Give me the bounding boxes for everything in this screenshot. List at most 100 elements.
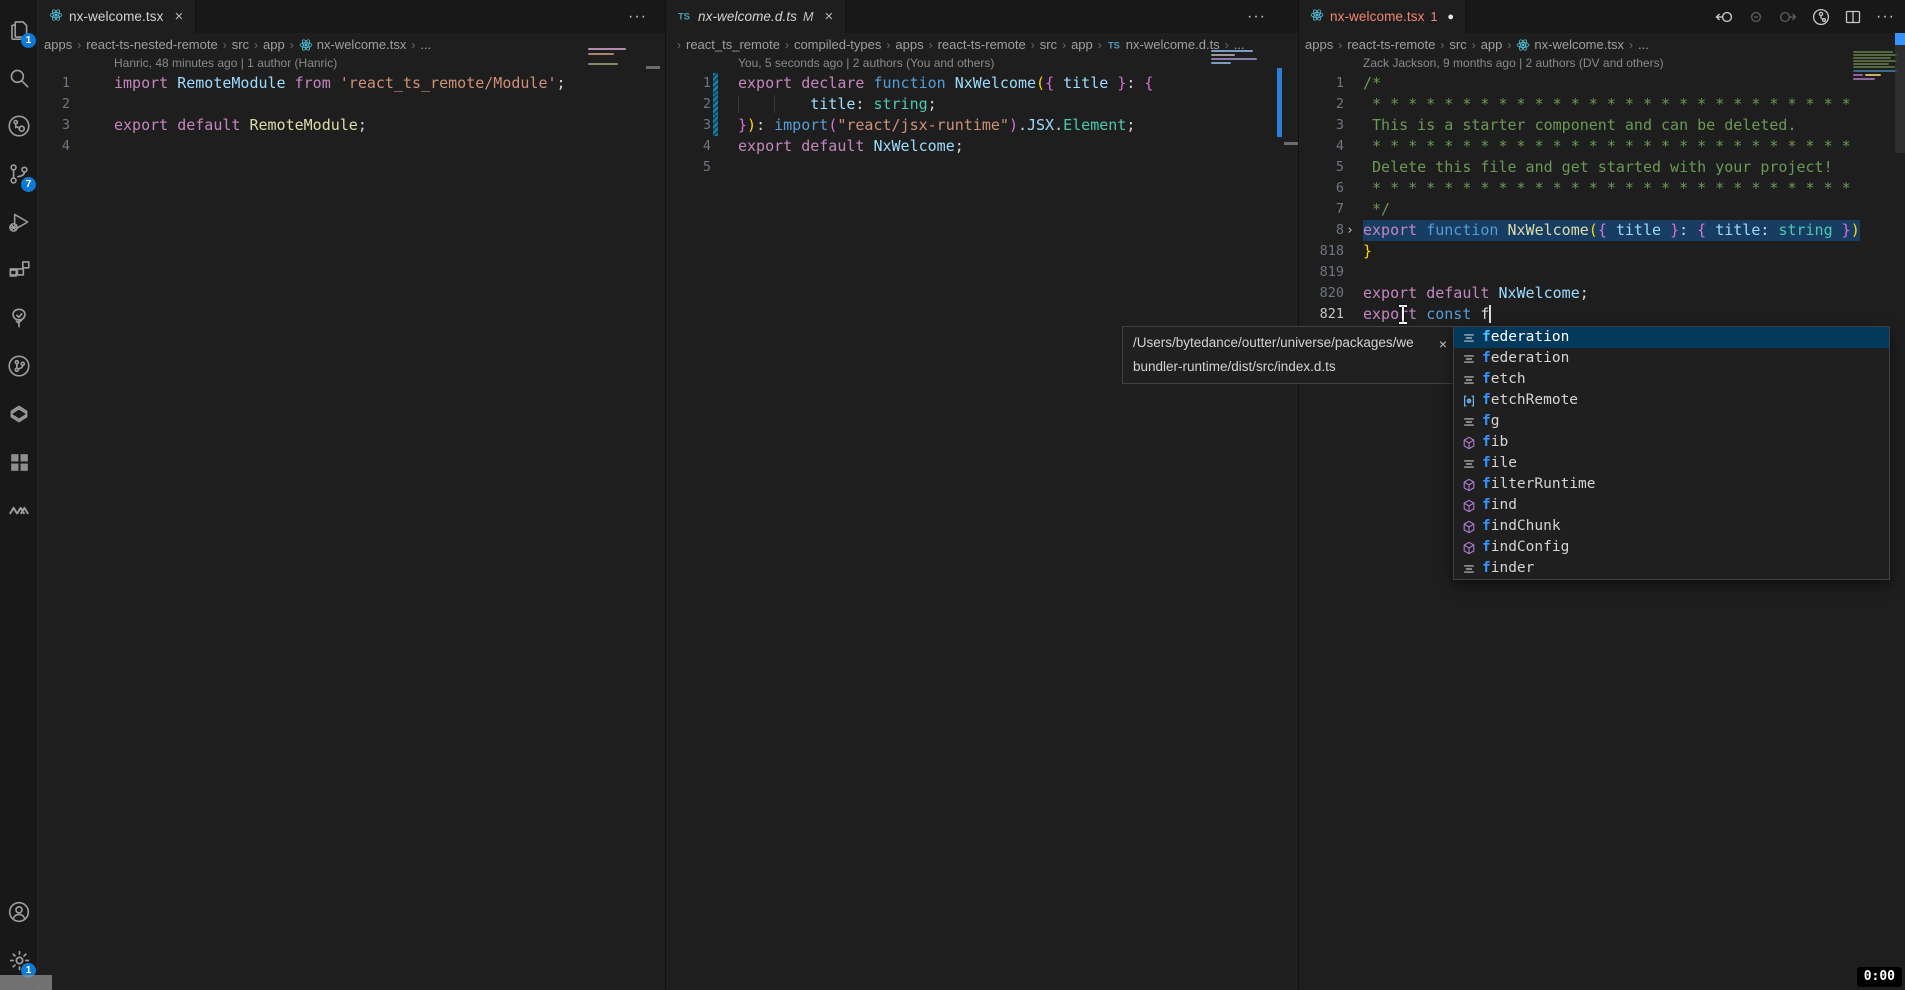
line-number[interactable]: 3	[666, 115, 711, 136]
line-number[interactable]: 4	[666, 136, 711, 157]
git-modified-gutter-mark[interactable]	[713, 73, 718, 94]
suggest-item-fetch[interactable]: fetch	[1454, 369, 1889, 390]
code-line[interactable]: 7 */	[1299, 199, 1905, 220]
breadcrumb-item[interactable]: src	[1449, 37, 1466, 52]
fold-chevron-icon[interactable]: ›	[1346, 220, 1360, 241]
line-number[interactable]: 819	[1299, 262, 1344, 283]
line-number[interactable]: 7	[1299, 199, 1344, 220]
breadcrumb-item[interactable]: app	[1071, 37, 1093, 52]
commit-graph-icon[interactable]	[0, 102, 38, 150]
code-line[interactable]: 3}): import("react/jsx-runtime").JSX.Ele…	[666, 115, 1298, 136]
git-blame-lens[interactable]: Zack Jackson, 9 months ago | 2 authors (…	[1299, 56, 1905, 72]
more-actions-icon[interactable]: ···	[1876, 8, 1895, 26]
breadcrumb-item[interactable]: react-ts-remote	[1347, 37, 1435, 52]
suggest-item-file[interactable]: file	[1454, 453, 1889, 474]
line-number[interactable]: 3	[38, 115, 70, 136]
tab-nx-welcome-dts[interactable]: TS nx-welcome.d.ts M ×	[666, 0, 846, 33]
suggest-item-finder[interactable]: finder	[1454, 558, 1889, 579]
suggest-item-fg[interactable]: fg	[1454, 411, 1889, 432]
suggest-item-filterRuntime[interactable]: filterRuntime	[1454, 474, 1889, 495]
git-blame-lens[interactable]: Hanric, 48 minutes ago | 1 author (Hanri…	[38, 56, 665, 72]
breadcrumb-item[interactable]: react_ts_remote	[686, 37, 780, 52]
line-number[interactable]: 818	[1299, 241, 1344, 262]
tab-nx-welcome-tsx-left[interactable]: nx-welcome.tsx ×	[38, 0, 196, 33]
line-number[interactable]: 6	[1299, 178, 1344, 199]
breadcrumb-item[interactable]: compiled-types	[794, 37, 881, 52]
prev-change-icon[interactable]	[1715, 9, 1733, 25]
close-tab-icon[interactable]: ×	[823, 8, 834, 25]
breadcrumb-item[interactable]: nx-welcome.tsx	[1516, 37, 1624, 52]
breadcrumb-item[interactable]: nx-welcome.tsx	[299, 37, 407, 52]
line-number[interactable]: 1	[666, 73, 711, 94]
suggest-item-find[interactable]: find	[1454, 495, 1889, 516]
suggest-item-federation[interactable]: federation	[1454, 348, 1889, 369]
code-line[interactable]: 4export default NxWelcome;	[666, 136, 1298, 157]
line-number[interactable]: 821	[1299, 304, 1344, 325]
unsaved-dot-icon[interactable]: ●	[1447, 11, 1454, 23]
accounts-icon[interactable]	[0, 888, 38, 936]
suggest-item-federation[interactable]: federation	[1454, 327, 1889, 348]
squiggle-extension-icon[interactable]	[0, 486, 38, 534]
breadcrumb-item[interactable]: src	[232, 37, 249, 52]
line-number[interactable]: 4	[38, 136, 70, 157]
source-control-icon[interactable]: 7	[0, 150, 38, 198]
code-editor[interactable]: 1export declare function NxWelcome({ tit…	[666, 73, 1298, 178]
code-line[interactable]: 3export default RemoteModule;	[38, 115, 665, 136]
explorer-icon[interactable]: 1	[0, 6, 38, 54]
tab-nx-welcome-tsx-right[interactable]: nx-welcome.tsx 1 ●	[1299, 0, 1466, 33]
breadcrumb-item[interactable]: TSnx-welcome.d.ts	[1107, 37, 1220, 52]
code-line[interactable]: 3 This is a starter component and can be…	[1299, 115, 1905, 136]
line-number[interactable]: 1	[1299, 73, 1344, 94]
code-line[interactable]: 820export default NxWelcome;	[1299, 283, 1905, 304]
code-line[interactable]: 1/*	[1299, 73, 1905, 94]
code-line[interactable]: 4	[38, 136, 665, 157]
commit-graph-icon[interactable]	[1812, 8, 1830, 26]
editor-more-actions[interactable]: ···	[1247, 0, 1266, 33]
breadcrumb-item[interactable]: ...	[1638, 37, 1649, 52]
line-number[interactable]: 5	[1299, 157, 1344, 178]
code-line[interactable]: 2	[38, 94, 665, 115]
line-number[interactable]: 820	[1299, 283, 1344, 304]
line-number[interactable]: 8	[1299, 220, 1344, 241]
code-editor[interactable]: 1/*2 * * * * * * * * * * * * * * * * * *…	[1299, 73, 1905, 325]
breadcrumb-item[interactable]: src	[1040, 37, 1057, 52]
nx-console-icon[interactable]	[0, 390, 38, 438]
breadcrumb-item[interactable]: react-ts-remote	[938, 37, 1026, 52]
search-icon[interactable]	[0, 54, 38, 102]
breadcrumb-item[interactable]: ...	[420, 37, 431, 52]
line-number[interactable]: 2	[1299, 94, 1344, 115]
git-blame-lens[interactable]: You, 5 seconds ago | 2 authors (You and …	[666, 56, 1298, 72]
breadcrumb-item[interactable]: react-ts-nested-remote	[86, 37, 218, 52]
minimap[interactable]	[588, 48, 648, 74]
line-number[interactable]: 4	[1299, 136, 1344, 157]
code-line[interactable]: 8›export function NxWelcome({ title }: {…	[1299, 220, 1905, 241]
line-number[interactable]: 1	[38, 73, 70, 94]
scrollbar[interactable]	[1895, 33, 1905, 990]
line-number[interactable]: 2	[666, 94, 711, 115]
breadcrumb-item[interactable]: apps	[895, 37, 923, 52]
code-line[interactable]: 1export declare function NxWelcome({ tit…	[666, 73, 1298, 94]
code-line[interactable]: 819	[1299, 262, 1905, 283]
code-line[interactable]: 6 * * * * * * * * * * * * * * * * * * * …	[1299, 178, 1905, 199]
code-line[interactable]: 821export const f	[1299, 304, 1905, 325]
breadcrumb-item[interactable]: apps	[1305, 37, 1333, 52]
line-number[interactable]: 3	[1299, 115, 1344, 136]
code-line[interactable]: 5 Delete this file and get started with …	[1299, 157, 1905, 178]
editor-more-actions[interactable]: ···	[628, 0, 647, 33]
git-modified-gutter-mark[interactable]	[713, 94, 718, 115]
code-line[interactable]: 4 * * * * * * * * * * * * * * * * * * * …	[1299, 136, 1905, 157]
minimap[interactable]	[1853, 51, 1897, 83]
split-editor-icon[interactable]	[1845, 9, 1861, 25]
code-line[interactable]: 2 title: string;	[666, 94, 1298, 115]
code-editor[interactable]: 1import RemoteModule from 'react_ts_remo…	[38, 73, 665, 157]
current-change-icon[interactable]	[1748, 9, 1764, 25]
grid-extension-icon[interactable]	[0, 438, 38, 486]
close-tooltip-icon[interactable]: ×	[1439, 332, 1447, 356]
breadcrumb-item[interactable]: app	[263, 37, 285, 52]
line-number[interactable]: 5	[666, 157, 711, 178]
code-line[interactable]: 1import RemoteModule from 'react_ts_remo…	[38, 73, 665, 94]
code-line[interactable]: 818}	[1299, 241, 1905, 262]
extensions-icon[interactable]	[0, 246, 38, 294]
suggest-item-fetchRemote[interactable]: fetchRemote	[1454, 390, 1889, 411]
breadcrumb-item[interactable]: apps	[44, 37, 72, 52]
